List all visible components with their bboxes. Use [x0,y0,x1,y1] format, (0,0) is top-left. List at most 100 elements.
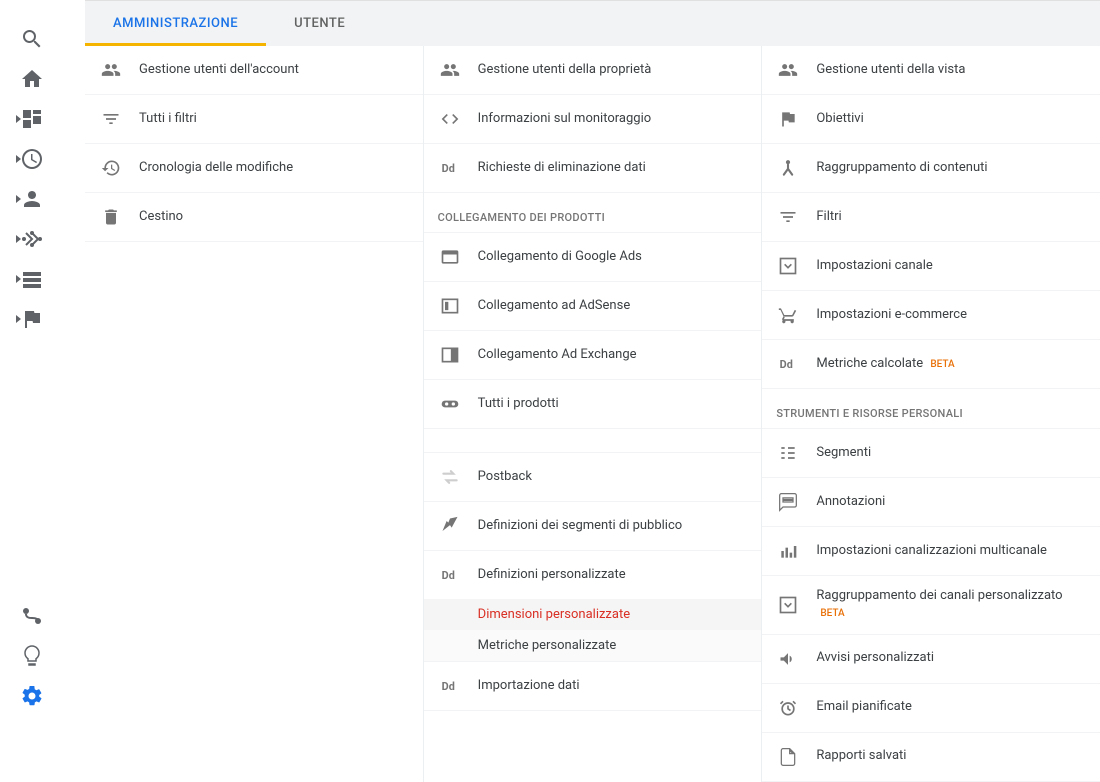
admin-tabs: AMMINISTRAZIONE UTENTE [85,0,1100,46]
data-deletion[interactable]: Dd Richieste di eliminazione dati [424,144,762,193]
label: Rapporti salvati [816,748,906,765]
svg-text:Dd: Dd [441,162,454,175]
adexchange-link[interactable]: Collegamento Ad Exchange [424,331,762,380]
dashboard-icon [20,107,44,131]
label: Tutti i filtri [139,111,197,128]
behavior-nav[interactable] [8,264,56,294]
cart-icon [776,303,800,327]
label: Definizioni dei segmenti di pubblico [478,518,683,535]
bulb-icon [20,644,44,668]
custom-definitions[interactable]: Dd Definizioni personalizzate [424,551,762,599]
all-filters[interactable]: Tutti i filtri [85,95,423,144]
dd-icon: Dd [438,156,462,180]
calculated-metrics[interactable]: Dd Metriche calcolate BETA [762,340,1100,389]
channel-icon [776,254,800,278]
label: Metriche calcolate BETA [816,356,954,373]
label: Obiettivi [816,111,863,128]
label: Informazioni sul monitoraggio [478,111,651,128]
customization-nav[interactable] [8,104,56,134]
home-nav[interactable] [8,64,56,94]
postback[interactable]: Postback [424,453,762,502]
annotations[interactable]: Annotazioni [762,478,1100,527]
svg-text:Dd: Dd [441,680,454,693]
conversions-nav[interactable] [8,304,56,334]
google-ads-link[interactable]: Collegamento di Google Ads [424,233,762,282]
segments[interactable]: Segmenti [762,429,1100,478]
adsense-link[interactable]: Collegamento ad AdSense [424,282,762,331]
label: Avvisi personalizzati [816,650,934,667]
view-filters[interactable]: Filtri [762,193,1100,242]
data-import[interactable]: Dd Importazione dati [424,662,762,711]
person-icon [20,187,44,211]
filter-icon [776,205,800,229]
custom-dimensions[interactable]: Dimensioni personalizzate [424,599,762,630]
label: Raggruppamento dei canali personalizzato… [816,588,1080,622]
realtime-nav[interactable] [8,144,56,174]
view-column: Gestione utenti della vista Obiettivi Ra… [762,46,1100,782]
dd-icon: Dd [438,563,462,587]
label: Impostazioni canale [816,258,932,275]
adexchange-icon [438,343,462,367]
alarm-icon [776,696,800,720]
discover-nav[interactable] [8,641,56,671]
goals[interactable]: Obiettivi [762,95,1100,144]
audience-icon [438,514,462,538]
channel-settings[interactable]: Impostazioni canale [762,242,1100,291]
search-icon [20,27,44,51]
spacer [424,429,762,453]
scheduled-emails[interactable]: Email pianificate [762,684,1100,733]
tracking-info[interactable]: Informazioni sul monitoraggio [424,95,762,144]
history-icon [99,156,123,180]
search-nav[interactable] [8,24,56,54]
custom-alerts[interactable]: Avvisi personalizzati [762,635,1100,684]
link-icon [438,392,462,416]
label: Definizioni personalizzate [478,567,626,584]
custom-channel-grouping[interactable]: Raggruppamento dei canali personalizzato… [762,576,1100,635]
share-icon [20,227,44,251]
label: Impostazioni canalizzazioni multicanale [816,543,1047,560]
people-icon [776,58,800,82]
property-user-mgmt[interactable]: Gestione utenti della proprietà [424,46,762,95]
ads-icon [438,245,462,269]
all-products[interactable]: Tutti i prodotti [424,380,762,429]
ecommerce-settings[interactable]: Impostazioni e-commerce [762,291,1100,340]
postback-icon [438,465,462,489]
view-user-mgmt[interactable]: Gestione utenti della vista [762,46,1100,95]
code-icon [438,107,462,131]
beta-badge: BETA [930,359,954,370]
audience-nav[interactable] [8,184,56,214]
flag-icon [776,107,800,131]
audience-definitions[interactable]: Definizioni dei segmenti di pubblico [424,502,762,551]
svg-text:Dd: Dd [441,569,454,582]
label: Cestino [139,209,183,226]
megaphone-icon [776,647,800,671]
label: Cronologia delle modifiche [139,160,293,177]
account-user-mgmt[interactable]: Gestione utenti dell'account [85,46,423,95]
change-history[interactable]: Cronologia delle modifiche [85,144,423,193]
personal-tools-header: STRUMENTI E RISORSE PERSONALI [762,389,1100,429]
label: Postback [478,469,532,486]
label: Richieste di eliminazione dati [478,160,646,177]
acquisition-nav[interactable] [8,224,56,254]
label: Collegamento ad AdSense [478,298,631,315]
label: Gestione utenti della vista [816,62,965,79]
label: Segmenti [816,445,871,462]
custom-metrics[interactable]: Metriche personalizzate [424,630,762,661]
tab-user[interactable]: UTENTE [266,1,373,46]
label: Raggruppamento di contenuti [816,160,987,177]
svg-text:Dd: Dd [780,358,793,371]
tab-admin[interactable]: AMMINISTRAZIONE [85,1,266,46]
label: Email pianificate [816,699,912,716]
adsense-icon [438,294,462,318]
admin-nav[interactable] [8,681,56,711]
attribution-nav[interactable] [8,601,56,631]
trash[interactable]: Cestino [85,193,423,242]
mcf-settings[interactable]: Impostazioni canalizzazioni multicanale [762,527,1100,576]
saved-reports[interactable]: Rapporti salvati [762,733,1100,782]
label: Collegamento Ad Exchange [478,347,637,364]
flag-icon [20,307,44,331]
account-column: Gestione utenti dell'account Tutti i fil… [85,46,424,782]
beta-badge: BETA [820,608,844,619]
segments-icon [776,441,800,465]
content-grouping[interactable]: Raggruppamento di contenuti [762,144,1100,193]
